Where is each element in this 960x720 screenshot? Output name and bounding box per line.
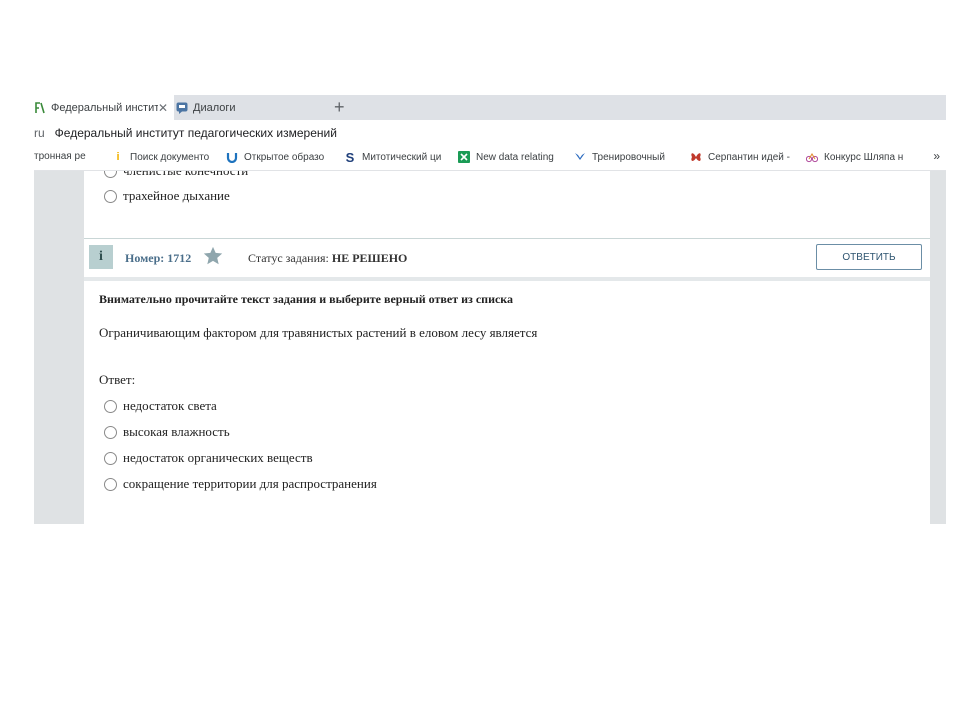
bookmark-label: Тренировочный	[592, 151, 665, 163]
prev-option[interactable]: членистые конечности	[104, 171, 248, 179]
radio-button[interactable]	[104, 425, 117, 439]
s-logo-icon: S	[345, 151, 355, 163]
answer-option[interactable]: высокая влажность	[104, 424, 230, 440]
bookmark-item[interactable]: S Митотический ци	[344, 151, 448, 163]
task-number: Номер: 1712	[125, 251, 192, 265]
butterfly-icon	[690, 151, 702, 163]
task-status: Статус задания: НЕ РЕШЕНО	[248, 251, 407, 266]
task-header: i Номер: 1712 Статус задания: НЕ РЕШЕНО …	[84, 238, 930, 281]
browser-window: Федеральный институт ✕ Диалоги + ru Феде…	[34, 95, 946, 524]
bicycle-icon	[806, 151, 818, 163]
bookmark-label: тронная ре	[34, 151, 86, 162]
more-bookmarks-icon[interactable]: »	[933, 149, 940, 163]
bookmark-label: Конкурс Шляпа н	[824, 151, 904, 163]
bookmark-item[interactable]: New data relating	[458, 151, 564, 163]
task-content: членистые конечности трахейное дыхание i…	[84, 171, 930, 524]
prev-option[interactable]: трахейное дыхание	[104, 188, 230, 204]
spreadsheet-icon	[458, 151, 470, 163]
option-label: сокращение территории для распространени…	[123, 476, 377, 491]
answer-option[interactable]: недостаток органических веществ	[104, 450, 313, 466]
info-icon[interactable]: i	[89, 245, 113, 269]
bookmark-label: Открытое образо	[244, 151, 325, 163]
bookmark-item[interactable]: тронная ре	[34, 151, 102, 162]
bookmark-item[interactable]: Серпантин идей -	[690, 151, 796, 163]
bookmark-label: Серпантин идей -	[708, 151, 790, 163]
address-scheme: ru	[34, 126, 45, 140]
bookmark-item[interactable]: Открытое образо	[226, 151, 328, 163]
bookmark-item[interactable]: i Поиск документо	[112, 151, 212, 163]
bird-icon	[574, 151, 586, 163]
status-value: НЕ РЕШЕНО	[331, 251, 408, 265]
tab-label: Федеральный институт	[51, 101, 158, 114]
option-label: трахейное дыхание	[123, 188, 230, 203]
page-viewport[interactable]: членистые конечности трахейное дыхание i…	[34, 171, 946, 524]
close-icon[interactable]: ✕	[158, 101, 168, 115]
radio-button[interactable]	[104, 171, 117, 178]
answer-button[interactable]: ОТВЕТИТЬ	[816, 244, 922, 270]
task-question: Ограничивающим фактором для травянистых …	[99, 325, 538, 340]
radio-button[interactable]	[104, 477, 117, 491]
address-bar[interactable]: ru Федеральный институт педагогических и…	[34, 120, 946, 146]
option-label: недостаток света	[123, 398, 217, 413]
radio-button[interactable]	[104, 451, 117, 465]
open-education-icon	[226, 151, 238, 163]
option-label: высокая влажность	[123, 424, 230, 439]
tab-dialogs[interactable]: Диалоги	[176, 95, 326, 120]
star-icon[interactable]	[202, 245, 224, 267]
new-tab-button[interactable]: +	[334, 96, 345, 118]
bookmark-label: Митотический ци	[362, 151, 442, 163]
dialogs-icon	[176, 102, 188, 114]
bookmarks-bar: тронная ре i Поиск документо Открытое об…	[34, 146, 946, 171]
option-label: членистые конечности	[123, 171, 248, 179]
answer-label: Ответ:	[99, 372, 136, 387]
radio-button[interactable]	[104, 399, 117, 413]
option-label: недостаток органических веществ	[123, 450, 313, 465]
tab-strip: Федеральный институт ✕ Диалоги +	[34, 95, 946, 120]
status-label: Статус задания:	[248, 251, 332, 265]
bookmark-label: New data relating	[476, 151, 554, 163]
task-instruction: Внимательно прочитайте текст задания и в…	[99, 292, 514, 306]
fipi-icon	[34, 101, 46, 114]
answer-option[interactable]: недостаток света	[104, 398, 217, 414]
bookmark-item[interactable]: Конкурс Шляпа н	[806, 151, 906, 163]
info-icon: i	[116, 151, 120, 163]
tab-label: Диалоги	[193, 101, 236, 114]
bookmark-item[interactable]: Тренировочный	[574, 151, 674, 163]
radio-button[interactable]	[104, 189, 117, 203]
bookmark-label: Поиск документо	[130, 151, 210, 163]
address-text: Федеральный институт педагогических изме…	[54, 126, 337, 140]
answer-option[interactable]: сокращение территории для распространени…	[104, 476, 377, 492]
tab-fipi[interactable]: Федеральный институт ✕	[34, 95, 174, 120]
